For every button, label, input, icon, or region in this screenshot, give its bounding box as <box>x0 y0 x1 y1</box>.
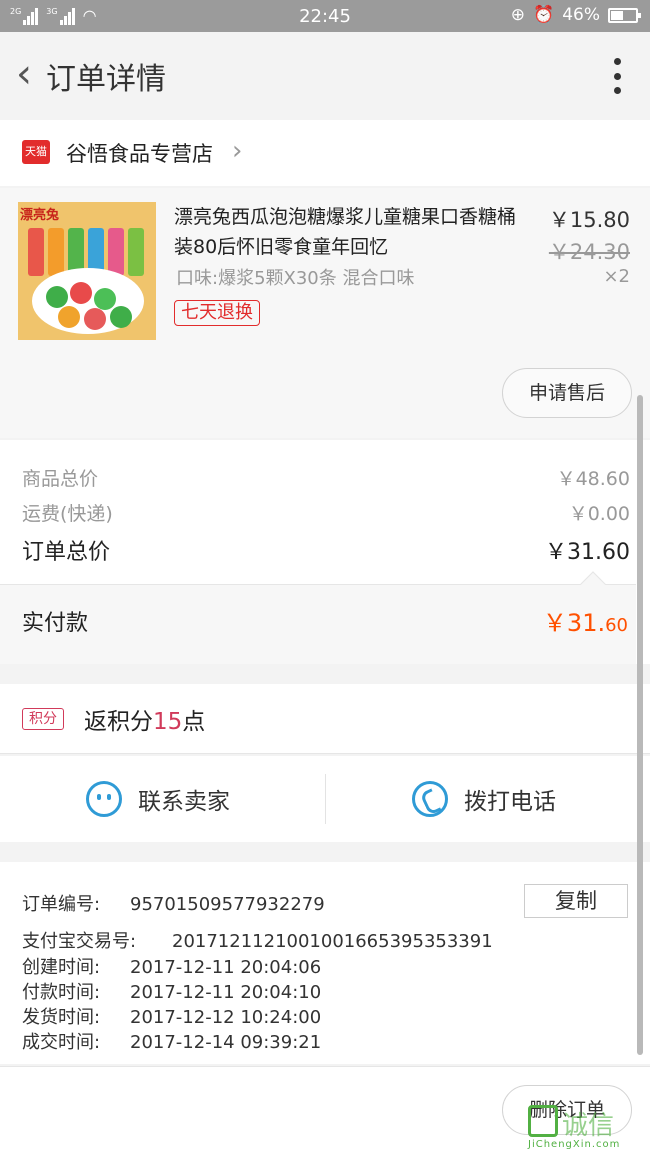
product-original-price: ￥24.30 <box>548 240 630 264</box>
price-summary: 商品总价 ￥48.60 运费(快递) ￥0.00 订单总价 ￥31.60 实付款… <box>0 440 650 664</box>
divider <box>325 774 326 824</box>
return-policy-badge: 七天退换 <box>174 300 260 326</box>
created-time-line: 创建时间: 2017-12-11 20:04:06 <box>22 957 322 978</box>
page-title: 订单详情 <box>46 62 166 97</box>
product-item[interactable]: 漂亮兔 漂亮兔西瓜泡泡糖爆浆儿童糖果口香糖桶装80后怀旧零食童年回忆 口味:爆浆… <box>0 188 650 438</box>
contact-seller-button[interactable]: 联系卖家 <box>86 756 230 842</box>
goods-total-label: 商品总价 <box>22 468 99 490</box>
alipay-number-line: 支付宝交易号: 2017121121001001665395353391 <box>22 931 493 952</box>
product-quantity: ×2 <box>603 266 630 287</box>
call-phone-button[interactable]: 拨打电话 <box>412 756 556 842</box>
status-bar: 2G 3G ◠ 22:45 ⊕ ⏰ 46% <box>0 0 650 32</box>
shipping-label: 运费(快递) <box>22 503 113 525</box>
shipped-time-line: 发货时间: 2017-12-12 10:24:00 <box>22 1007 322 1028</box>
product-title[interactable]: 漂亮兔西瓜泡泡糖爆浆儿童糖果口香糖桶装80后怀旧零食童年回忆 <box>174 202 530 262</box>
chevron-right-icon: › <box>232 136 243 166</box>
store-name: 谷悟食品专营店 <box>66 142 213 166</box>
goods-total-value: ￥48.60 <box>556 468 630 490</box>
completed-time-line: 成交时间: 2017-12-14 09:39:21 <box>22 1032 322 1053</box>
product-price: ￥15.80 <box>548 208 630 232</box>
after-sale-button[interactable]: 申请售后 <box>502 368 632 418</box>
points-text: 返积分15点 <box>84 709 206 735</box>
points-badge-icon: 积分 <box>22 708 64 730</box>
store-row[interactable]: 天猫 谷悟食品专营店 › <box>0 120 650 186</box>
points-row: 积分 返积分15点 <box>0 684 650 754</box>
order-number: 95701509577932279 <box>130 894 325 915</box>
back-icon[interactable]: ‹ <box>4 52 44 98</box>
shipping-value: ￥0.00 <box>568 503 630 525</box>
call-phone-label: 拨打电话 <box>464 789 556 815</box>
product-spec: 口味:爆浆5颗X30条 混合口味 <box>176 268 415 289</box>
chat-face-icon <box>86 781 122 817</box>
goods-total-row: 商品总价 ￥48.60 <box>22 464 630 491</box>
order-total-label: 订单总价 <box>22 540 111 565</box>
order-total-row: 订单总价 ￥31.60 <box>22 534 630 566</box>
paid-amount-box: 实付款 ￥31.60 <box>0 571 636 664</box>
battery-percent: 46% <box>562 5 600 25</box>
order-number-line: 订单编号: 95701509577932279 <box>22 894 325 915</box>
footer-actions: 删除订单 诚信 JiChengXin.com <box>0 1066 650 1155</box>
paid-value: ￥31.60 <box>542 609 628 637</box>
paid-time-line: 付款时间: 2017-12-11 20:04:10 <box>22 982 322 1003</box>
phone-icon <box>412 781 448 817</box>
order-total-value: ￥31.60 <box>545 540 630 565</box>
shipping-row: 运费(快递) ￥0.00 <box>22 499 630 526</box>
battery-icon <box>608 7 641 23</box>
product-brand-logo: 漂亮兔 <box>20 208 60 223</box>
tmall-logo-icon: 天猫 <box>22 140 50 164</box>
watermark-logo: 诚信 JiChengXin.com <box>528 1105 648 1151</box>
more-menu-icon[interactable] <box>612 58 622 94</box>
order-info: 订单编号: 95701509577932279 复制 支付宝交易号: 2017121… <box>0 862 650 1064</box>
contact-bar: 联系卖家 拨打电话 <box>0 756 650 842</box>
contact-seller-label: 联系卖家 <box>138 789 230 815</box>
lock-rotation-icon: ⊕ <box>510 5 526 25</box>
copy-button[interactable]: 复制 <box>524 884 628 918</box>
alipay-number: 2017121121001001665395353391 <box>172 931 493 952</box>
paid-label: 实付款 <box>22 611 89 636</box>
alarm-icon: ⏰ <box>533 5 555 25</box>
caret-up-icon <box>580 571 606 597</box>
product-thumbnail[interactable]: 漂亮兔 <box>18 202 156 340</box>
scrollbar[interactable] <box>637 395 643 1055</box>
top-nav: ‹ 订单详情 <box>0 32 650 118</box>
